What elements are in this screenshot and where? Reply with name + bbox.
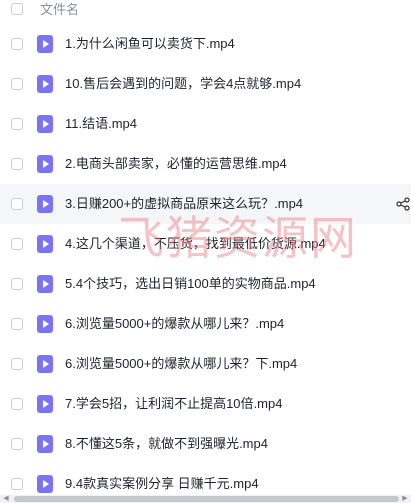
file-name[interactable]: 3.日赚200+的虚拟商品原来这么玩？.mp4 xyxy=(65,196,303,212)
row-checkbox[interactable] xyxy=(11,398,23,410)
video-file-icon xyxy=(37,195,53,213)
file-name[interactable]: 10.售后会遇到的问题，学会4点就够.mp4 xyxy=(65,76,301,92)
file-row[interactable]: 2.电商头部卖家，必懂的运营思维.mp4 xyxy=(0,144,411,184)
filename-column-header[interactable]: 文件名 xyxy=(40,2,79,18)
scroll-left-icon[interactable]: ◀ xyxy=(2,495,10,503)
file-name[interactable]: 6.浏览量5000+的爆款从哪儿来？下.mp4 xyxy=(65,356,297,372)
scroll-right-icon[interactable]: ▶ xyxy=(401,495,409,503)
file-name[interactable]: 4.这几个渠道，不压货，找到最低价货源.mp4 xyxy=(65,236,326,252)
video-file-icon xyxy=(37,435,53,453)
file-name[interactable]: 6.浏览量5000+的爆款从哪儿来？.mp4 xyxy=(65,316,284,332)
file-row[interactable]: 10.售后会遇到的问题，学会4点就够.mp4 xyxy=(0,64,411,104)
file-list: 1.为什么闲鱼可以卖货下.mp4 10.售后会遇到的问题，学会4点就够.mp4 11… xyxy=(0,24,411,503)
file-row[interactable]: 6.浏览量5000+的爆款从哪儿来？下.mp4 xyxy=(0,344,411,384)
row-checkbox[interactable] xyxy=(11,278,23,290)
list-header: 文件名 xyxy=(0,0,411,20)
file-row[interactable]: 3.日赚200+的虚拟商品原来这么玩？.mp4 xyxy=(0,184,411,224)
file-row[interactable]: 8.不懂这5条，就做不到强曝光.mp4 xyxy=(0,424,411,464)
file-list-panel: 文件名 1.为什么闲鱼可以卖货下.mp4 10.售后会遇到的问题，学会4点就够.m… xyxy=(0,0,411,503)
row-checkbox[interactable] xyxy=(11,238,23,250)
file-name[interactable]: 11.结语.mp4 xyxy=(65,116,137,132)
file-row[interactable]: 7.学会5招，让利润不止提高10倍.mp4 xyxy=(0,384,411,424)
row-checkbox[interactable] xyxy=(11,158,23,170)
file-name[interactable]: 8.不懂这5条，就做不到强曝光.mp4 xyxy=(65,436,268,452)
horizontal-scrollbar[interactable]: ◀ ▶ xyxy=(0,495,411,503)
video-file-icon xyxy=(37,235,53,253)
file-row[interactable]: 1.为什么闲鱼可以卖货下.mp4 xyxy=(0,24,411,64)
video-file-icon xyxy=(37,75,53,93)
row-checkbox[interactable] xyxy=(11,438,23,450)
row-checkbox[interactable] xyxy=(11,478,23,490)
file-name[interactable]: 1.为什么闲鱼可以卖货下.mp4 xyxy=(65,36,235,52)
video-file-icon xyxy=(37,275,53,293)
video-file-icon xyxy=(37,395,53,413)
row-checkbox[interactable] xyxy=(11,358,23,370)
file-name[interactable]: 2.电商头部卖家，必懂的运营思维.mp4 xyxy=(65,156,287,172)
file-row[interactable]: 11.结语.mp4 xyxy=(0,104,411,144)
video-file-icon xyxy=(37,355,53,373)
scrollbar-thumb[interactable] xyxy=(14,496,399,502)
file-row[interactable]: 5.4个技巧，选出日销100单的实物商品.mp4 xyxy=(0,264,411,304)
video-file-icon xyxy=(37,35,53,53)
file-name[interactable]: 9.4款真实案例分享 日赚千元.mp4 xyxy=(65,476,259,492)
file-name[interactable]: 7.学会5招，让利润不止提高10倍.mp4 xyxy=(65,396,282,412)
select-all-checkbox[interactable] xyxy=(11,3,23,15)
video-file-icon xyxy=(37,115,53,133)
video-file-icon xyxy=(37,315,53,333)
row-checkbox[interactable] xyxy=(11,198,23,210)
row-checkbox[interactable] xyxy=(11,78,23,90)
share-icon[interactable] xyxy=(396,197,410,211)
row-checkbox[interactable] xyxy=(11,38,23,50)
video-file-icon xyxy=(37,475,53,493)
file-row[interactable]: 4.这几个渠道，不压货，找到最低价货源.mp4 xyxy=(0,224,411,264)
row-checkbox[interactable] xyxy=(11,318,23,330)
file-name[interactable]: 5.4个技巧，选出日销100单的实物商品.mp4 xyxy=(65,276,316,292)
file-row[interactable]: 6.浏览量5000+的爆款从哪儿来？.mp4 xyxy=(0,304,411,344)
video-file-icon xyxy=(37,155,53,173)
row-checkbox[interactable] xyxy=(11,118,23,130)
